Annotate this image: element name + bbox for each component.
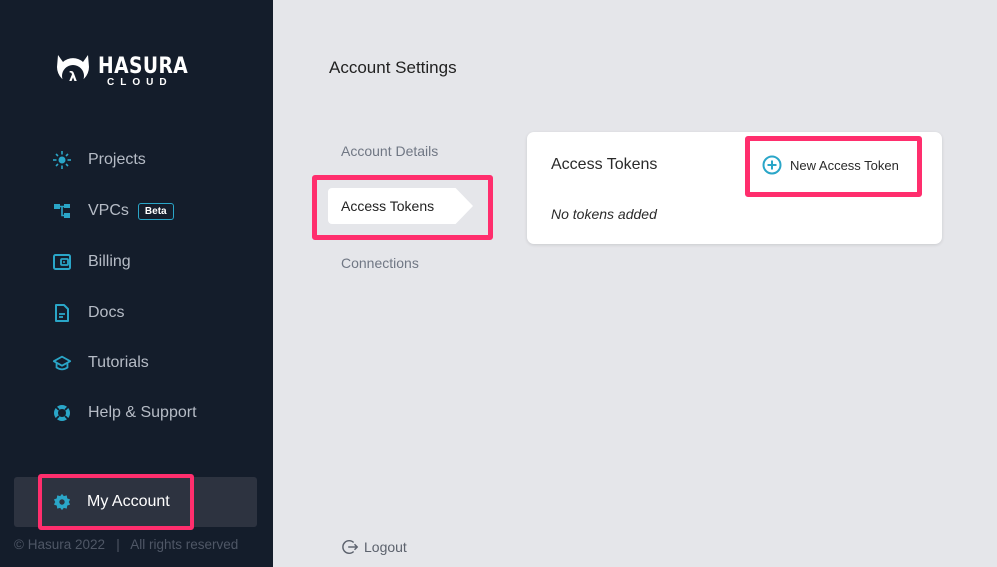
sidebar-item-label: Tutorials [88,354,149,371]
sidebar-item-label: Billing [88,253,131,270]
highlight-my-account [38,474,194,530]
projects-icon [52,150,72,170]
vpc-icon [52,201,72,221]
wallet-icon [52,252,72,272]
sidebar: λ HASURA CLOUD Projects VPCs Beta Billin… [0,0,273,567]
sidebar-item-tutorials[interactable]: Tutorials [52,351,149,375]
sidebar-item-docs[interactable]: Docs [52,301,124,325]
graduation-cap-icon [52,353,72,373]
highlight-access-tokens-tab [312,175,493,240]
logout-button[interactable]: Logout [341,538,407,556]
subnav-account-details[interactable]: Account Details [341,143,438,159]
lifebuoy-icon [52,403,72,423]
footer-copyright: © Hasura 2022 | All rights reserved [14,537,239,552]
document-icon [52,303,72,323]
highlight-new-access-token [745,136,922,197]
logout-icon [342,540,359,554]
card-title: Access Tokens [551,156,658,173]
sidebar-item-vpcs[interactable]: VPCs Beta [52,199,174,223]
hasura-logo-icon: λ [57,55,89,87]
sidebar-item-projects[interactable]: Projects [52,148,146,172]
sidebar-item-label: Projects [88,151,146,168]
brand-name: HASURA [98,54,189,79]
page-title: Account Settings [329,58,457,77]
svg-text:λ: λ [69,70,77,85]
sidebar-item-label: Help & Support [88,404,197,421]
empty-state-text: No tokens added [551,206,657,222]
sidebar-item-label: Docs [88,304,125,321]
sidebar-item-label: VPCs [88,202,129,219]
beta-badge: Beta [137,202,174,220]
sidebar-item-help-support[interactable]: Help & Support [52,401,197,425]
logout-label: Logout [364,539,407,555]
subnav-connections[interactable]: Connections [341,255,419,271]
hasura-cloud-logo[interactable]: λ HASURA CLOUD [53,53,204,93]
sidebar-item-billing[interactable]: Billing [52,250,131,274]
